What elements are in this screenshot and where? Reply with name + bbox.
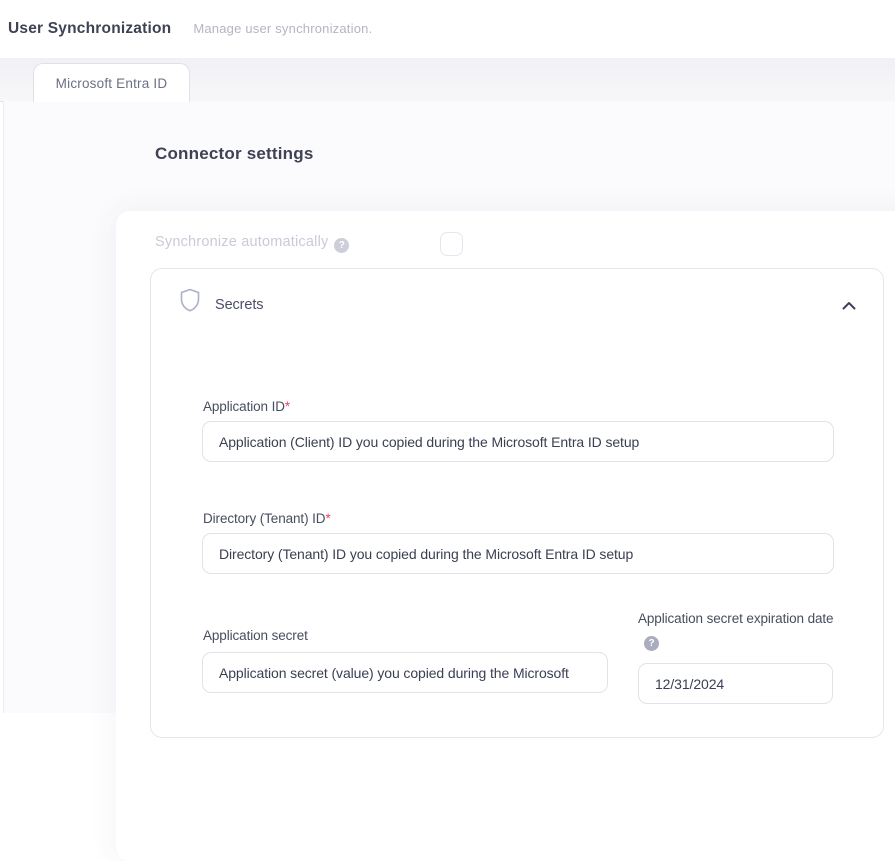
synchronize-automatically-label: Synchronize automatically?: [155, 234, 349, 253]
directory-tenant-id-input[interactable]: [202, 533, 834, 574]
tab-label: Microsoft Entra ID: [56, 76, 168, 91]
page-subtitle: Manage user synchronization.: [193, 21, 372, 36]
synchronize-checkbox[interactable]: [440, 232, 463, 256]
page-title: User Synchronization: [8, 20, 171, 38]
application-secret-label: Application secret: [203, 625, 308, 646]
chevron-up-icon[interactable]: [842, 297, 856, 315]
application-secret-input[interactable]: [202, 652, 608, 693]
page-header: User Synchronization Manage user synchro…: [8, 20, 372, 38]
required-mark: *: [325, 511, 330, 526]
help-icon[interactable]: ?: [334, 238, 349, 253]
directory-tenant-id-label: Directory (Tenant) ID*: [203, 508, 331, 529]
shield-icon: [180, 288, 200, 317]
connector-settings-heading: Connector settings: [155, 144, 314, 164]
required-mark: *: [285, 399, 290, 414]
application-id-input[interactable]: [202, 421, 834, 462]
secrets-accordion-header[interactable]: Secrets: [151, 269, 883, 327]
help-icon[interactable]: ?: [644, 636, 659, 651]
secrets-title: Secrets: [215, 297, 263, 313]
tab-strip: Microsoft Entra ID: [0, 58, 895, 102]
secret-expiration-date-input[interactable]: [638, 663, 833, 704]
tab-microsoft-entra-id[interactable]: Microsoft Entra ID: [33, 63, 190, 102]
application-id-label: Application ID*: [203, 396, 290, 417]
secret-expiration-label: Application secret expiration date?: [638, 608, 846, 651]
